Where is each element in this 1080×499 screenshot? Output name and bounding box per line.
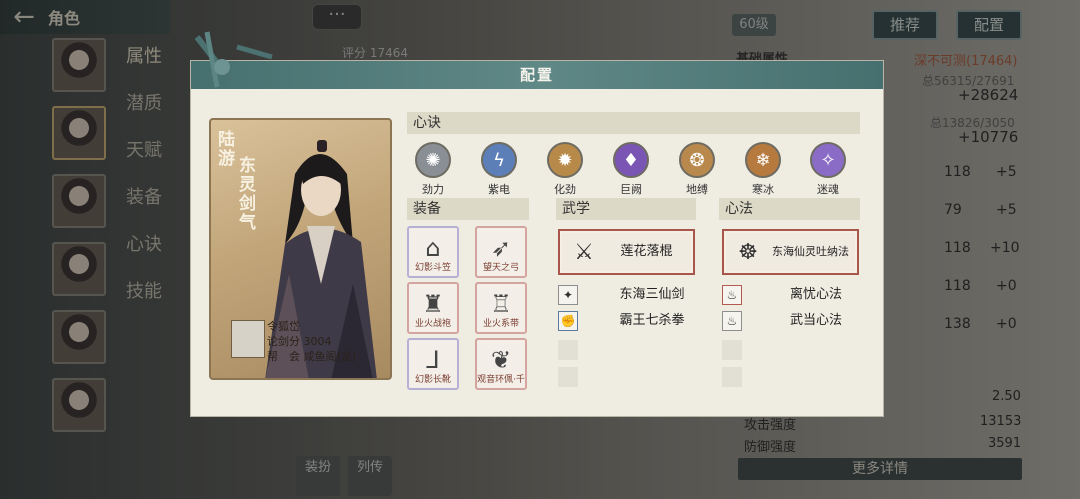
xinjue-label: 寒冰: [752, 183, 774, 196]
xinjue-label: 迷魂: [817, 183, 839, 196]
equip-name: 幻影斗笠: [414, 263, 451, 273]
character-card: 陆游 东灵剑气 令狐岱 论剑分 3004 帮 会 咸鱼阁(龙): [209, 118, 392, 380]
boots-icon: ⅃: [426, 346, 440, 374]
pendant-icon: ❦: [490, 346, 512, 374]
xinfa-main-skill[interactable]: ☸ 东海仙灵吐纳法: [722, 229, 859, 275]
weapon-decoration-icon: [194, 31, 273, 88]
guild-name: 帮 会 咸鱼阁(龙): [267, 350, 357, 363]
wuxue-skill-name: 东海三仙剑: [619, 287, 685, 302]
xinjue-item[interactable]: ϟ 紫电: [479, 142, 519, 197]
xinfa-skill-name: 武当心法: [789, 313, 842, 328]
xinjue-label: 紫电: [488, 183, 510, 196]
fist-skill-icon: ✊: [558, 311, 578, 331]
xinjue-label: 巨阙: [620, 183, 642, 196]
config-modal: 配置 陆游 东灵剑气 令狐岱 论剑分 3004 帮 会 咸鱼阁(龙) 心诀 ✺: [190, 31, 884, 417]
xinjue-item[interactable]: ✧ 迷魂: [808, 142, 848, 197]
sword-score: 论剑分 3004: [267, 335, 332, 348]
xinfa-section-header: 心法: [719, 198, 860, 220]
empty-skill-slot[interactable]: [722, 367, 742, 387]
character-name: 陆游: [214, 130, 234, 168]
bow-icon: ➶: [490, 234, 512, 262]
fist-burst-icon: ✺: [415, 142, 451, 178]
xinjue-item[interactable]: ✹ 化劲: [545, 142, 585, 197]
wuxue-section-header: 武学: [556, 198, 696, 220]
xinjue-label: 化劲: [554, 183, 576, 196]
robe-icon: ♜: [422, 290, 444, 318]
owner-name: 令狐岱: [267, 320, 300, 333]
equip-slot-pendant[interactable]: ❦ 观音环佩·千: [475, 338, 527, 390]
equipment-section-header: 装备: [407, 198, 529, 220]
wuxue-skill-row[interactable]: ✊ 霸王七杀拳: [558, 311, 718, 331]
equip-name: 业火系带: [482, 319, 519, 329]
equip-name: 幻影长靴: [414, 375, 451, 385]
earth-spiral-icon: ❂: [679, 142, 715, 178]
spirit-icon: ✧: [810, 142, 846, 178]
modal-title: 配置: [519, 66, 554, 84]
equip-name: 望天之弓: [482, 263, 519, 273]
xinfa-main-name: 东海仙灵吐纳法: [772, 245, 849, 258]
xinjue-item[interactable]: ❄ 寒冰: [743, 142, 783, 197]
equip-slot-boots[interactable]: ⅃ 幻影长靴: [407, 338, 459, 390]
snowflake-icon: ❄: [745, 142, 781, 178]
equip-slot-hat[interactable]: ⌂ 幻影斗笠: [407, 226, 459, 278]
xinfa-skill-name: 离忧心法: [789, 287, 842, 302]
xinjue-item[interactable]: ✺ 劲力: [413, 142, 453, 197]
wuxue-main-skill[interactable]: ⚔ 莲花落棍: [558, 229, 695, 275]
equip-name: 观音环佩·千: [477, 375, 525, 385]
meditation-icon: ♨: [722, 311, 742, 331]
modal-header: 配置: [191, 61, 883, 89]
xinjue-label: 地缚: [686, 183, 708, 196]
owner-avatar: [231, 320, 265, 358]
character-info: 令狐岱 论剑分 3004 帮 会 咸鱼阁(龙): [267, 319, 356, 364]
equip-name: 业火战袍: [414, 319, 451, 329]
wuxue-main-name: 莲花落棍: [620, 244, 673, 259]
xinjue-label: 劲力: [422, 183, 444, 196]
empty-skill-slot[interactable]: [558, 340, 578, 360]
empty-skill-slot[interactable]: [722, 340, 742, 360]
sword-skill-icon: ✦: [558, 285, 578, 305]
lightning-icon: ϟ: [481, 142, 517, 178]
crystal-icon: ♦: [613, 142, 649, 178]
xinfa-skill-row[interactable]: ♨ 武当心法: [722, 311, 882, 331]
xinjue-item[interactable]: ❂ 地缚: [677, 142, 717, 197]
meditating-monk-icon: ☸: [738, 239, 758, 265]
equip-slot-robe[interactable]: ♜ 业火战袍: [407, 282, 459, 334]
equip-slot-belt[interactable]: ♖ 业火系带: [475, 282, 527, 334]
hat-icon: ⌂: [425, 234, 441, 262]
xinjue-item[interactable]: ♦ 巨阙: [611, 142, 651, 197]
xinfa-skill-row[interactable]: ♨ 离忧心法: [722, 285, 882, 305]
meditation-icon: ♨: [722, 285, 742, 305]
wuxue-skill-row[interactable]: ✦ 东海三仙剑: [558, 285, 718, 305]
belt-icon: ♖: [490, 290, 512, 318]
staff-fighter-icon: ⚔: [574, 239, 594, 265]
wuxue-skill-name: 霸王七杀拳: [619, 313, 685, 328]
xinjue-section-header: 心诀: [407, 112, 860, 134]
swirl-icon: ✹: [547, 142, 583, 178]
empty-skill-slot[interactable]: [558, 367, 578, 387]
equip-slot-weapon[interactable]: ➶ 望天之弓: [475, 226, 527, 278]
